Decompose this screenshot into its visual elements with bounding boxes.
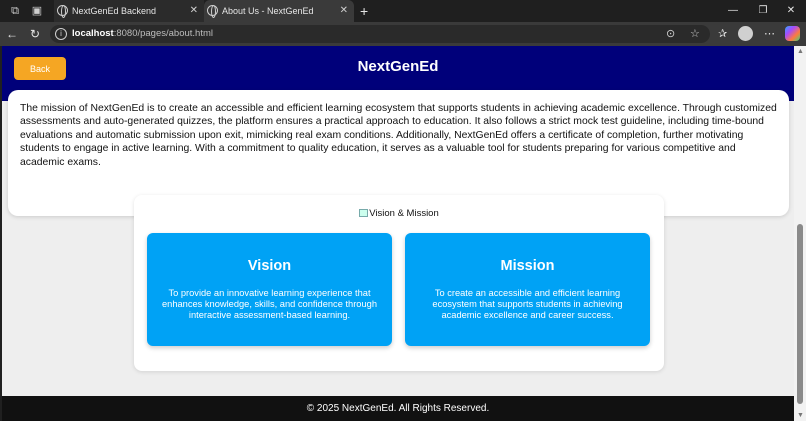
site-title: NextGenEd xyxy=(357,58,439,75)
page-viewport: Back NextGenEd The mission of NextGenEd … xyxy=(2,46,794,421)
close-icon[interactable]: ✕ xyxy=(190,0,198,22)
workspaces-icon[interactable]: ⧉ xyxy=(8,4,22,18)
favorite-star-icon[interactable]: ☆ xyxy=(690,27,700,41)
mission-text: To create an accessible and efficient le… xyxy=(432,288,623,321)
menu-dots-icon[interactable]: ⋯ xyxy=(764,26,775,42)
profile-avatar[interactable] xyxy=(738,26,753,41)
close-icon[interactable]: ✕ xyxy=(340,0,348,22)
browser-tab-strip: ⧉ ▣ NextGenEd Backend ✕ About Us - NextG… xyxy=(0,0,806,22)
more-icon[interactable]: ⊙ xyxy=(666,27,675,41)
site-info-icon[interactable]: i xyxy=(55,28,67,40)
vision-mission-image: Vision & Mission xyxy=(134,208,664,219)
url-text: localhost:8080/pages/about.html xyxy=(72,25,213,43)
browser-toolbar: ← ↻ i localhost:8080/pages/about.html ⊙ … xyxy=(0,22,806,46)
broken-image-icon xyxy=(359,209,369,218)
scroll-down-icon[interactable]: ▼ xyxy=(797,412,804,419)
mission-paragraph: The mission of NextGenEd is to create an… xyxy=(20,103,777,168)
scrollbar-thumb[interactable] xyxy=(797,224,803,404)
tab-title: About Us - NextGenEd xyxy=(222,6,314,16)
window-close-icon[interactable]: ✕ xyxy=(776,0,806,22)
vision-title: Vision xyxy=(247,258,292,274)
copilot-icon[interactable] xyxy=(785,26,800,41)
favorites-icon[interactable]: ✰ xyxy=(718,26,727,42)
minimize-icon[interactable]: — xyxy=(718,0,748,22)
new-tab-icon[interactable]: + xyxy=(360,0,368,22)
refresh-icon[interactable]: ↻ xyxy=(27,26,43,42)
url-path: :8080/pages/about.html xyxy=(113,28,213,39)
globe-icon xyxy=(57,5,68,18)
image-alt-text: Vision & Mission xyxy=(369,208,439,219)
url-host: localhost xyxy=(72,28,114,39)
site-footer: © 2025 NextGenEd. All Rights Reserved. xyxy=(2,396,794,421)
address-bar[interactable]: i localhost:8080/pages/about.html ⊙ ☆ xyxy=(50,25,710,43)
vision-text: To provide an innovative learning experi… xyxy=(161,288,377,321)
globe-icon xyxy=(207,5,218,18)
scroll-up-icon[interactable]: ▲ xyxy=(797,48,804,55)
tab-actions-icon[interactable]: ▣ xyxy=(30,4,44,18)
vision-mission-card: Vision & Mission Vision To provide an in… xyxy=(134,195,664,371)
tab-title: NextGenEd Backend xyxy=(72,6,157,16)
tab-nextgened-backend[interactable]: NextGenEd Backend ✕ xyxy=(54,0,204,22)
page-scrollbar[interactable]: ▲ ▼ xyxy=(794,46,806,421)
tab-about-us[interactable]: About Us - NextGenEd ✕ xyxy=(204,0,354,22)
mission-title: Mission xyxy=(500,258,555,274)
restore-icon[interactable]: ❐ xyxy=(748,0,778,22)
mission-box: Mission To create an accessible and effi… xyxy=(405,233,650,346)
vision-box: Vision To provide an innovative learning… xyxy=(147,233,392,346)
back-arrow-icon[interactable]: ← xyxy=(4,26,20,42)
